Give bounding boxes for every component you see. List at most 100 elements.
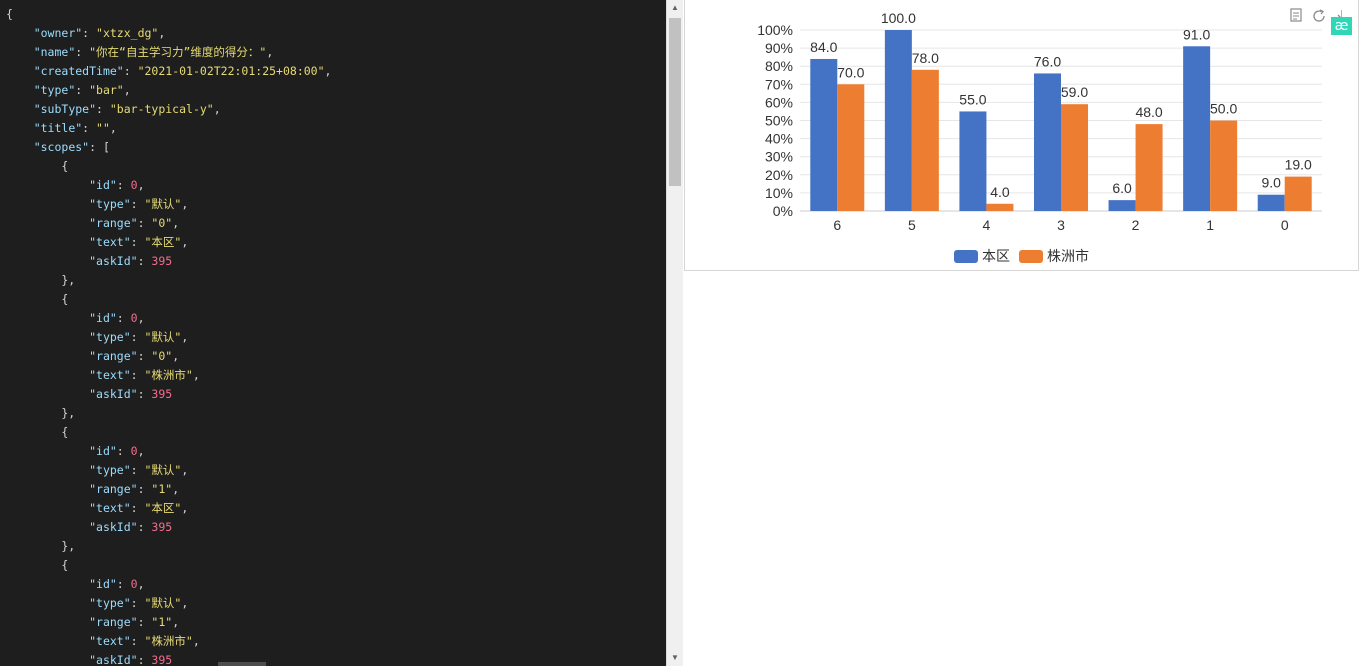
code-token: "type" bbox=[33, 83, 76, 97]
code-line[interactable]: "type": "bar", bbox=[6, 81, 331, 100]
code-token: : bbox=[116, 444, 131, 458]
code-line[interactable]: "type": "默认", bbox=[6, 195, 331, 214]
code-line[interactable]: "id": 0, bbox=[6, 176, 331, 195]
code-line[interactable]: "owner": "xtzx_dg", bbox=[6, 24, 331, 43]
bar-value-label: 100.0 bbox=[881, 10, 916, 26]
code-line[interactable]: "id": 0, bbox=[6, 442, 331, 461]
bar-value-label: 48.0 bbox=[1135, 104, 1162, 120]
code-token: "id" bbox=[89, 311, 117, 325]
code-line[interactable]: "range": "1", bbox=[6, 613, 331, 632]
code-line[interactable]: }, bbox=[6, 271, 331, 290]
code-line[interactable]: "askId": 395 bbox=[6, 518, 331, 537]
scroll-down-icon[interactable]: ▼ bbox=[667, 650, 683, 666]
code-token: "bar-typical-y" bbox=[109, 102, 214, 116]
code-line[interactable]: "name": "你在“自主学习力”维度的得分：", bbox=[6, 43, 331, 62]
json-code[interactable]: { "owner": "xtzx_dg", "name": "你在“自主学习力”… bbox=[6, 5, 331, 666]
bar-value-label: 6.0 bbox=[1112, 180, 1132, 196]
scroll-up-icon[interactable]: ▲ bbox=[667, 0, 683, 16]
scroll-thumb[interactable] bbox=[669, 18, 681, 186]
code-line[interactable]: { bbox=[6, 290, 331, 309]
code-token: "text" bbox=[89, 235, 131, 249]
code-token: , bbox=[181, 197, 189, 211]
data-view-icon[interactable] bbox=[1288, 8, 1304, 24]
code-token: "本区" bbox=[144, 501, 182, 515]
code-token: : bbox=[75, 45, 90, 59]
code-line[interactable]: "id": 0, bbox=[6, 309, 331, 328]
code-token: "默认" bbox=[144, 197, 182, 211]
code-line[interactable]: "type": "默认", bbox=[6, 328, 331, 347]
code-line[interactable]: "text": "株洲市", bbox=[6, 366, 331, 385]
code-token: : bbox=[137, 653, 152, 666]
legend-swatch[interactable] bbox=[1019, 250, 1043, 263]
code-line[interactable]: "range": "0", bbox=[6, 347, 331, 366]
y-tick-label: 80% bbox=[765, 58, 793, 74]
code-token: "你在“自主学习力”维度的得分：" bbox=[89, 45, 267, 59]
bar bbox=[837, 84, 865, 211]
code-line[interactable]: "range": "1", bbox=[6, 480, 331, 499]
x-tick-label: 3 bbox=[1057, 217, 1065, 233]
code-token: "askId" bbox=[89, 387, 138, 401]
code-line[interactable]: "range": "0", bbox=[6, 214, 331, 233]
code-line[interactable]: "scopes": [ bbox=[6, 138, 331, 157]
code-token: "type" bbox=[89, 463, 131, 477]
restore-icon[interactable] bbox=[1311, 8, 1327, 24]
x-tick-label: 2 bbox=[1132, 217, 1140, 233]
y-tick-label: 70% bbox=[765, 76, 793, 92]
bar bbox=[1284, 176, 1312, 211]
code-token: , bbox=[181, 235, 189, 249]
code-token: : bbox=[96, 102, 110, 116]
code-token: "id" bbox=[89, 178, 117, 192]
code-line[interactable]: }, bbox=[6, 404, 331, 423]
code-line[interactable]: "id": 0, bbox=[6, 575, 331, 594]
code-line[interactable]: "askId": 395 bbox=[6, 651, 331, 666]
bar bbox=[959, 111, 987, 211]
horizontal-scroll-thumb[interactable] bbox=[218, 662, 266, 666]
y-tick-label: 10% bbox=[765, 185, 793, 201]
code-line[interactable]: "text": "本区", bbox=[6, 233, 331, 252]
x-tick-label: 4 bbox=[983, 217, 991, 233]
code-line[interactable]: { bbox=[6, 5, 331, 24]
code-token: : bbox=[137, 482, 152, 496]
code-token: : bbox=[130, 501, 145, 515]
code-line[interactable]: "askId": 395 bbox=[6, 252, 331, 271]
code-token: , bbox=[109, 121, 117, 135]
code-token: 395 bbox=[151, 254, 173, 268]
code-line[interactable]: { bbox=[6, 157, 331, 176]
code-line[interactable]: "text": "本区", bbox=[6, 499, 331, 518]
code-line[interactable]: "askId": 395 bbox=[6, 385, 331, 404]
json-editor[interactable]: { "owner": "xtzx_dg", "name": "你在“自主学习力”… bbox=[0, 0, 667, 666]
vertical-scrollbar[interactable]: ▲ ▼ bbox=[666, 0, 683, 666]
code-token: , bbox=[123, 83, 131, 97]
extension-badge-icon[interactable]: æ bbox=[1331, 17, 1352, 35]
code-line[interactable]: "createdTime": "2021-01-02T22:01:25+08:0… bbox=[6, 62, 332, 81]
code-line[interactable]: "subType": "bar-typical-y", bbox=[6, 100, 331, 119]
code-line[interactable]: "type": "默认", bbox=[6, 461, 331, 480]
code-line[interactable]: { bbox=[6, 423, 331, 442]
code-token: , bbox=[172, 349, 180, 363]
code-line[interactable]: "type": "默认", bbox=[6, 594, 331, 613]
legend-label[interactable]: 本区 bbox=[982, 248, 1010, 264]
y-tick-label: 20% bbox=[765, 167, 793, 183]
legend-label[interactable]: 株洲市 bbox=[1047, 248, 1089, 264]
code-token: : bbox=[137, 520, 152, 534]
x-tick-label: 1 bbox=[1206, 217, 1214, 233]
code-line[interactable]: "text": "株洲市", bbox=[6, 632, 331, 651]
code-token: "本区" bbox=[144, 235, 182, 249]
code-line[interactable]: { bbox=[6, 556, 331, 575]
code-line[interactable]: }, bbox=[6, 537, 331, 556]
x-tick-label: 0 bbox=[1281, 217, 1289, 233]
legend-swatch[interactable] bbox=[954, 250, 978, 263]
code-line[interactable]: "title": "", bbox=[6, 119, 331, 138]
